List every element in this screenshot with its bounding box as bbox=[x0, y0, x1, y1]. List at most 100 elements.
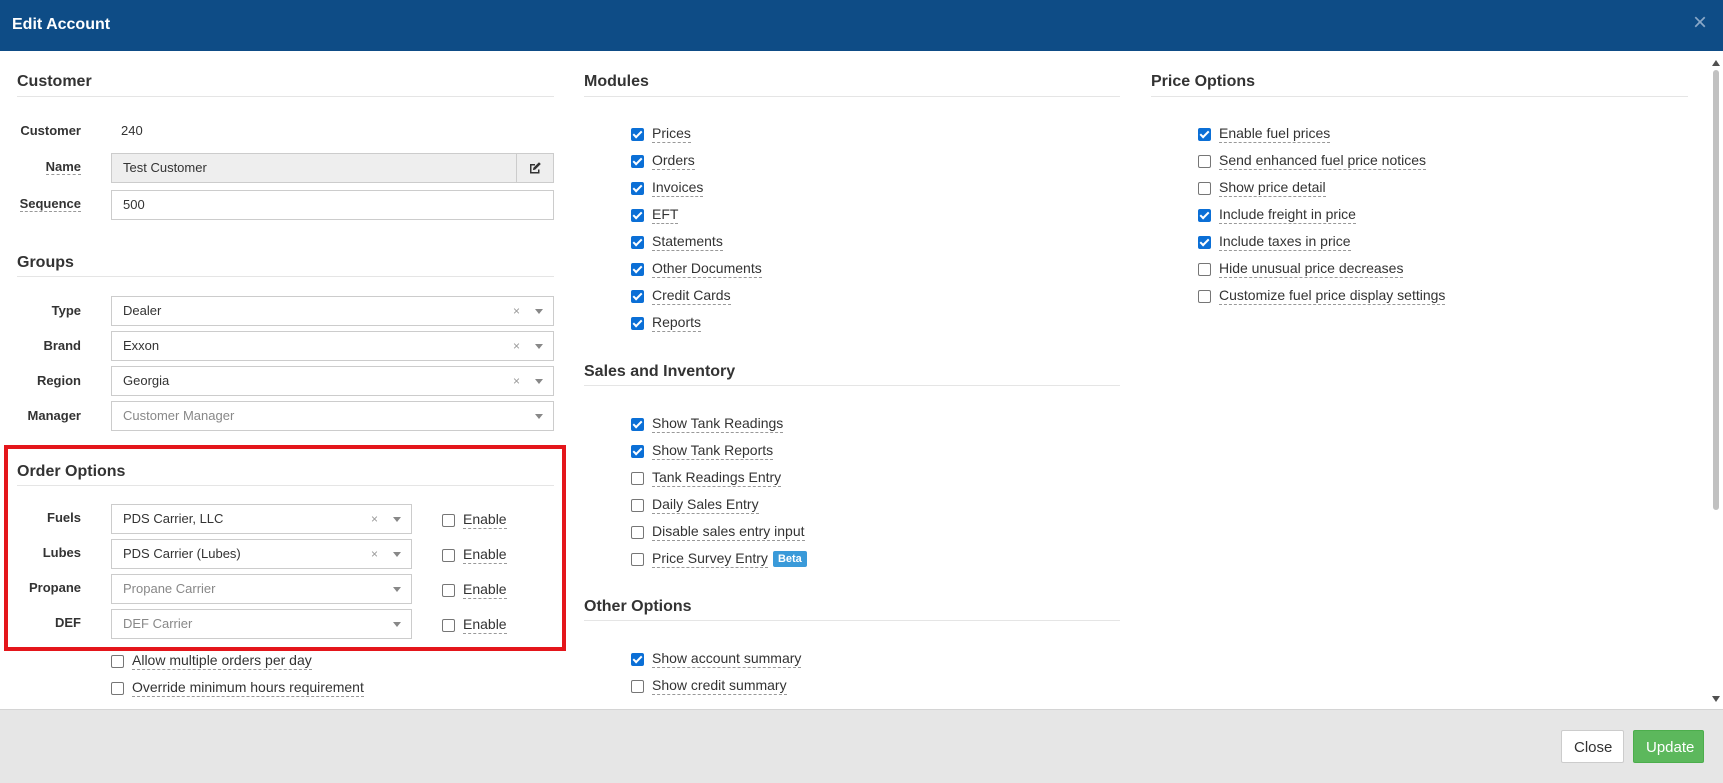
customer-section-title: Customer bbox=[17, 73, 92, 90]
checkbox-label: Enable fuel prices bbox=[1219, 125, 1331, 143]
divider bbox=[1151, 96, 1688, 97]
checkbox[interactable] bbox=[631, 154, 644, 168]
module-checkbox-invoices[interactable]: Invoices bbox=[631, 178, 704, 198]
module-checkbox-reports[interactable]: Reports bbox=[631, 313, 702, 333]
other-checkbox-show-credit-summary[interactable]: Show credit summary bbox=[631, 676, 787, 696]
scroll-up-arrow-icon[interactable] bbox=[1712, 60, 1720, 66]
close-icon[interactable]: × bbox=[1693, 11, 1707, 35]
checkbox[interactable] bbox=[631, 417, 644, 431]
checkbox-label: Orders bbox=[652, 152, 695, 170]
manager-select[interactable]: Customer Manager bbox=[111, 401, 554, 431]
checkbox-label: Reports bbox=[652, 314, 702, 332]
checkbox[interactable] bbox=[1198, 289, 1211, 303]
update-button[interactable]: Update bbox=[1633, 730, 1704, 763]
order-options-highlight bbox=[4, 445, 566, 651]
sales-checkbox-price-survey-entry[interactable]: Price Survey Entry Beta bbox=[631, 549, 807, 569]
sales-checkbox-disable-sales-entry-input[interactable]: Disable sales entry input bbox=[631, 522, 805, 542]
price-checkbox-include-taxes-in-price[interactable]: Include taxes in price bbox=[1198, 232, 1351, 252]
price-checkbox-send-enhanced-fuel-price-notices[interactable]: Send enhanced fuel price notices bbox=[1198, 151, 1427, 171]
clear-icon[interactable]: × bbox=[513, 297, 520, 325]
checkbox-label: Tank Readings Entry bbox=[652, 469, 782, 487]
checkbox-label: Disable sales entry input bbox=[652, 523, 805, 541]
name-field[interactable]: Test Customer bbox=[111, 153, 554, 183]
groups-section-title: Groups bbox=[17, 254, 74, 271]
brand-value: Exxon bbox=[123, 338, 160, 353]
checkbox-label: Invoices bbox=[652, 179, 704, 197]
sales-checkbox-daily-sales-entry[interactable]: Daily Sales Entry bbox=[631, 495, 759, 515]
module-checkbox-prices[interactable]: Prices bbox=[631, 124, 691, 144]
divider bbox=[584, 96, 1120, 97]
region-select[interactable]: Georgia × bbox=[111, 366, 554, 396]
sequence-label: Sequence bbox=[19, 196, 81, 212]
type-value: Dealer bbox=[123, 303, 162, 318]
checkbox-label: Statements bbox=[652, 233, 723, 251]
customer-id-value: 240 bbox=[121, 123, 143, 138]
checkbox[interactable] bbox=[631, 181, 644, 195]
checkbox[interactable] bbox=[631, 525, 644, 539]
checkbox-label: Show Tank Reports bbox=[652, 442, 774, 460]
checkbox[interactable] bbox=[1198, 127, 1211, 141]
checkbox-label: Show Tank Readings bbox=[652, 415, 784, 433]
checkbox[interactable] bbox=[631, 471, 644, 485]
clear-icon[interactable]: × bbox=[513, 332, 520, 360]
module-checkbox-other-documents[interactable]: Other Documents bbox=[631, 259, 762, 279]
edit-name-button[interactable] bbox=[516, 154, 553, 182]
sales-checkbox-show-tank-reports[interactable]: Show Tank Reports bbox=[631, 441, 774, 461]
type-select[interactable]: Dealer × bbox=[111, 296, 554, 326]
checkbox[interactable] bbox=[631, 652, 644, 666]
scroll-thumb[interactable] bbox=[1713, 70, 1719, 510]
other-options-section-title: Other Options bbox=[584, 598, 692, 615]
checkbox[interactable] bbox=[631, 444, 644, 458]
checkbox[interactable] bbox=[631, 208, 644, 222]
checkbox[interactable] bbox=[631, 316, 644, 330]
price-checkbox-hide-unusual-price-decreases[interactable]: Hide unusual price decreases bbox=[1198, 259, 1404, 279]
edit-icon bbox=[530, 162, 541, 174]
checkbox-label: Credit Cards bbox=[652, 287, 731, 305]
region-value: Georgia bbox=[123, 373, 170, 388]
dialog-footer: Close Update bbox=[0, 709, 1723, 783]
sales-inventory-section-title: Sales and Inventory bbox=[584, 363, 736, 380]
checkbox[interactable] bbox=[631, 679, 644, 693]
region-label: Region bbox=[36, 373, 81, 388]
divider bbox=[584, 385, 1120, 386]
brand-select[interactable]: Exxon × bbox=[111, 331, 554, 361]
checkbox[interactable] bbox=[1198, 154, 1211, 168]
clear-icon[interactable]: × bbox=[513, 367, 520, 395]
scrollbar[interactable] bbox=[1709, 56, 1723, 708]
checkbox[interactable] bbox=[1198, 208, 1211, 222]
override-minimum-hours-checkbox[interactable]: Override minimum hours requirement bbox=[111, 678, 364, 698]
price-checkbox-customize-fuel-price-display-settings[interactable]: Customize fuel price display settings bbox=[1198, 286, 1446, 306]
manager-label: Manager bbox=[27, 408, 81, 423]
allow-multiple-orders-checkbox[interactable]: Allow multiple orders per day bbox=[111, 651, 312, 671]
checkbox[interactable] bbox=[631, 289, 644, 303]
price-checkbox-show-price-detail[interactable]: Show price detail bbox=[1198, 178, 1326, 198]
sales-checkbox-show-tank-readings[interactable]: Show Tank Readings bbox=[631, 414, 784, 434]
sales-checkbox-tank-readings-entry[interactable]: Tank Readings Entry bbox=[631, 468, 782, 488]
module-checkbox-orders[interactable]: Orders bbox=[631, 151, 695, 171]
checkbox[interactable] bbox=[631, 127, 644, 141]
checkbox[interactable] bbox=[1198, 262, 1211, 276]
sequence-input[interactable]: 500 bbox=[111, 190, 554, 220]
close-button[interactable]: Close bbox=[1561, 730, 1624, 763]
scroll-down-arrow-icon[interactable] bbox=[1712, 696, 1720, 702]
module-checkbox-credit-cards[interactable]: Credit Cards bbox=[631, 286, 731, 306]
dialog-title: Edit Account bbox=[12, 16, 111, 33]
price-options-section-title: Price Options bbox=[1151, 73, 1256, 90]
checkbox[interactable] bbox=[631, 552, 644, 566]
divider bbox=[17, 96, 554, 97]
checkbox[interactable] bbox=[1198, 235, 1211, 249]
price-checkbox-include-freight-in-price[interactable]: Include freight in price bbox=[1198, 205, 1356, 225]
checkbox[interactable] bbox=[631, 235, 644, 249]
checkbox[interactable] bbox=[1198, 181, 1211, 195]
divider bbox=[17, 276, 554, 277]
module-checkbox-statements[interactable]: Statements bbox=[631, 232, 723, 252]
customer-id-label: Customer bbox=[20, 123, 81, 138]
checkbox[interactable] bbox=[631, 262, 644, 276]
other-checkbox-show-account-summary[interactable]: Show account summary bbox=[631, 649, 802, 669]
checkbox[interactable] bbox=[631, 498, 644, 512]
chevron-down-icon bbox=[535, 379, 543, 384]
chevron-down-icon bbox=[535, 344, 543, 349]
module-checkbox-eft[interactable]: EFT bbox=[631, 205, 679, 225]
price-checkbox-enable-fuel-prices[interactable]: Enable fuel prices bbox=[1198, 124, 1331, 144]
checkbox-label: Customize fuel price display settings bbox=[1219, 287, 1446, 305]
